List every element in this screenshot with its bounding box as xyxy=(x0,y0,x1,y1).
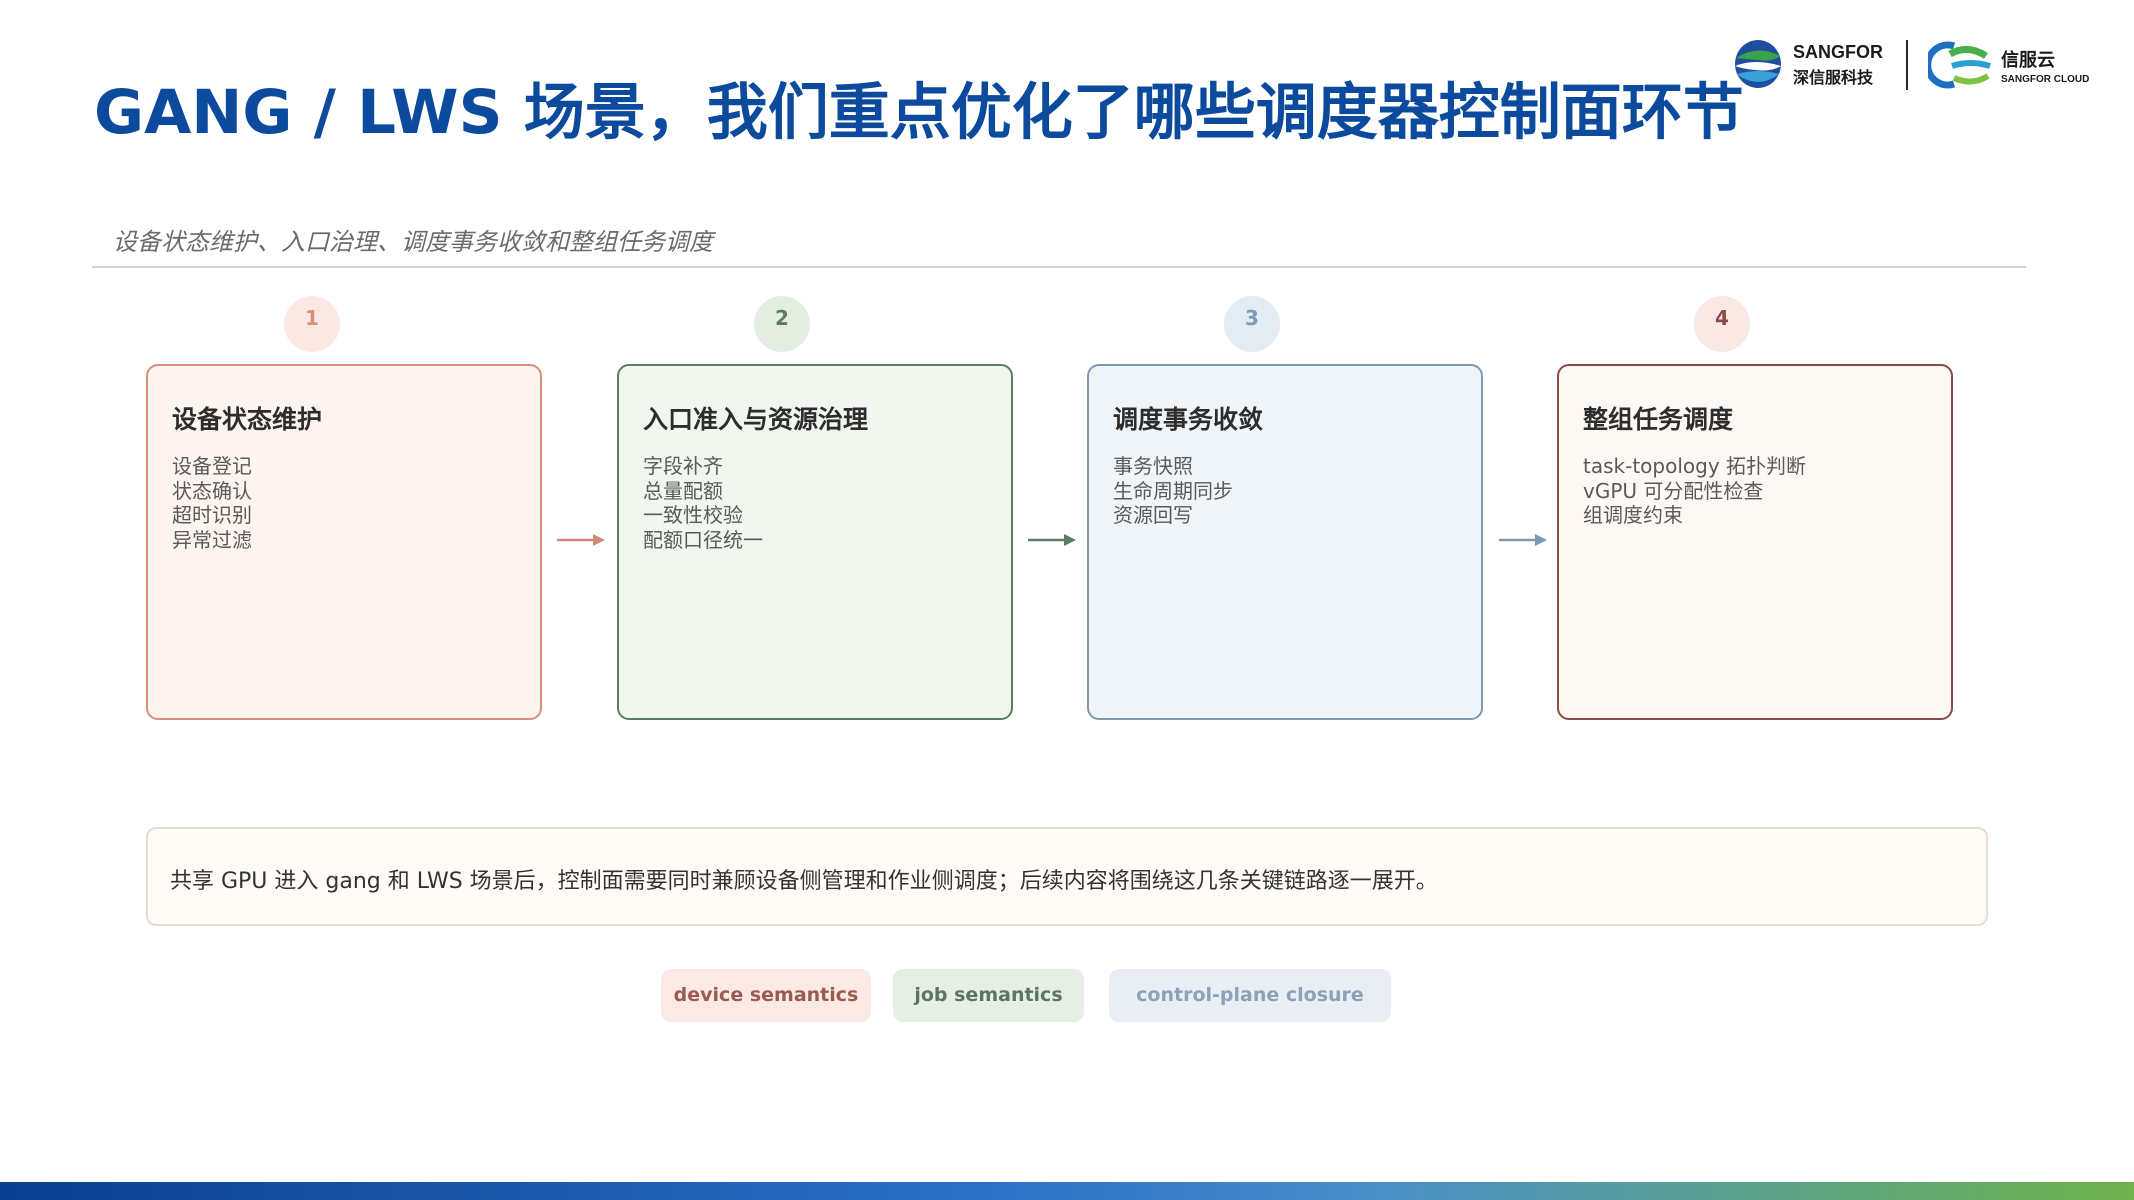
step-card-admission-governance: 入口准入与资源治理 字段补齐 总量配额 一致性校验 配额口径统一 xyxy=(617,364,1013,720)
list-item: 状态确认 xyxy=(172,478,252,503)
list-item: 异常过滤 xyxy=(172,527,252,552)
card-title: 调度事务收敛 xyxy=(1113,405,1264,434)
list-item: 配额口径统一 xyxy=(643,527,763,552)
cloud-logo-cn: 信服云 xyxy=(2001,50,2055,71)
list-item: 生命周期同步 xyxy=(1113,478,1233,503)
cloud-logo-en: SANGFOR CLOUD xyxy=(2001,74,2090,85)
card-title: 入口准入与资源治理 xyxy=(643,405,869,434)
bottom-gradient-bar xyxy=(0,1182,2134,1200)
step-badge-1: 1 xyxy=(284,296,340,352)
list-item: vGPU 可分配性检查 xyxy=(1583,478,1764,503)
step-card-transaction-convergence: 调度事务收敛 事务快照 生命周期同步 资源回写 xyxy=(1087,364,1483,720)
sangfor-globe-icon xyxy=(1735,40,1781,88)
step-card-gang-scheduling: 整组任务调度 task-topology 拓扑判断 vGPU 可分配性检查 组调… xyxy=(1557,364,1953,720)
divider-line xyxy=(92,266,2026,268)
card-title: 设备状态维护 xyxy=(172,405,323,434)
list-item: 设备登记 xyxy=(172,454,252,478)
list-item: 字段补齐 xyxy=(643,454,723,478)
step-badge-2: 2 xyxy=(754,296,810,352)
card-item-list: 字段补齐 总量配额 一致性校验 配额口径统一 xyxy=(643,454,763,552)
list-item: 事务快照 xyxy=(1113,454,1193,478)
list-item: task-topology 拓扑判断 xyxy=(1583,454,1807,478)
tag-device-semantics: device semantics xyxy=(661,969,871,1022)
arrow-right-icon xyxy=(1499,534,1547,546)
card-title: 整组任务调度 xyxy=(1583,405,1734,434)
list-item: 组调度约束 xyxy=(1583,503,1683,527)
step-card-device-state: 设备状态维护 设备登记 状态确认 超时识别 异常过滤 xyxy=(146,364,542,720)
step-badge-3: 3 xyxy=(1224,296,1280,352)
summary-box: 共享 GPU 进入 gang 和 LWS 场景后，控制面需要同时兼顾设备侧管理和… xyxy=(146,827,1988,926)
card-item-list: task-topology 拓扑判断 vGPU 可分配性检查 组调度约束 xyxy=(1583,454,1806,528)
card-item-list: 设备登记 状态确认 超时识别 异常过滤 xyxy=(172,454,252,552)
page-title: GANG / LWS 场景，我们重点优化了哪些调度器控制面环节 xyxy=(94,77,1744,148)
list-item: 一致性校验 xyxy=(643,503,743,527)
tag-job-semantics: job semantics xyxy=(893,969,1084,1022)
list-item: 超时识别 xyxy=(172,503,252,527)
sangfor-logo: SANGFOR 深信服科技 xyxy=(1733,38,1885,94)
sangfor-logo-en: SANGFOR xyxy=(1793,42,1883,62)
logo-divider xyxy=(1906,40,1908,90)
step-badge-4: 4 xyxy=(1694,296,1750,352)
sangfor-cloud-logo: 信服云 SANGFOR CLOUD xyxy=(1928,38,2103,94)
arrow-right-icon xyxy=(1028,534,1076,546)
tag-control-plane-closure: control-plane closure xyxy=(1109,969,1391,1022)
sangfor-logo-cn: 深信服科技 xyxy=(1793,68,1874,87)
list-item: 总量配额 xyxy=(643,478,723,503)
card-item-list: 事务快照 生命周期同步 资源回写 xyxy=(1113,454,1233,528)
cloud-icon xyxy=(1928,41,1991,89)
subtitle: 设备状态维护、入口治理、调度事务收敛和整组任务调度 xyxy=(113,228,713,256)
summary-text: 共享 GPU 进入 gang 和 LWS 场景后，控制面需要同时兼顾设备侧管理和… xyxy=(170,869,1438,894)
list-item: 资源回写 xyxy=(1113,503,1193,527)
arrow-right-icon xyxy=(557,534,605,546)
